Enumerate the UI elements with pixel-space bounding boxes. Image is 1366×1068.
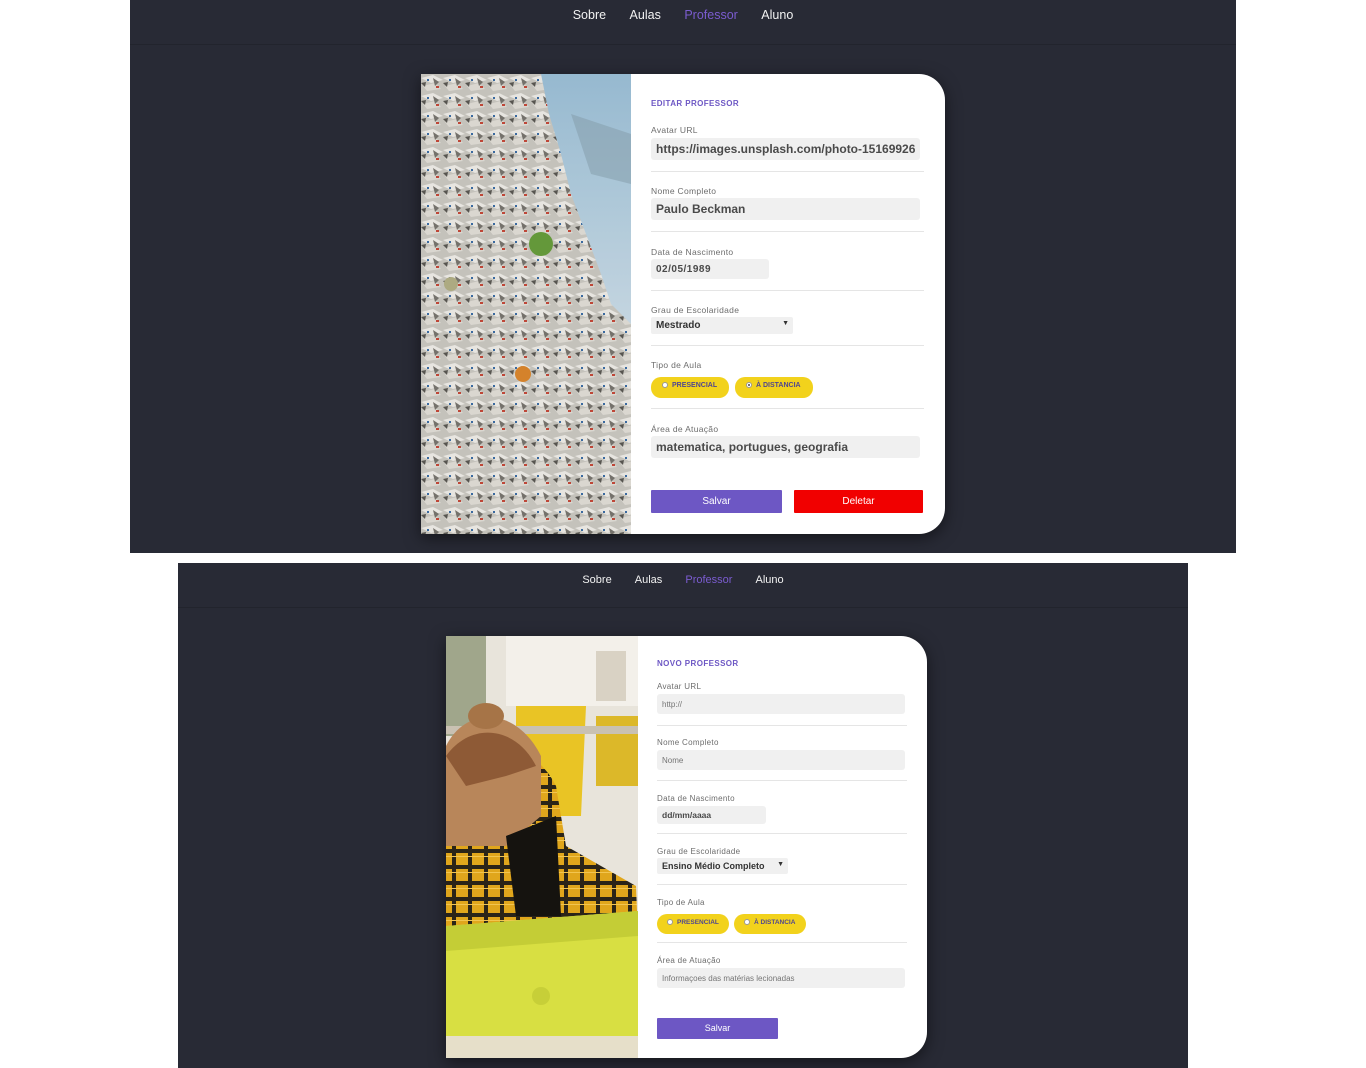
divider — [657, 884, 907, 885]
nav-link-professor[interactable]: Professor — [685, 574, 732, 586]
divider — [651, 171, 924, 172]
paper-waste-image — [421, 74, 631, 534]
nome-completo-label: Nome Completo — [651, 186, 717, 196]
divider — [651, 231, 924, 232]
area-atuacao-label: Área de Atuação — [651, 424, 719, 434]
nome-completo-label: Nome Completo — [657, 738, 719, 747]
dropdown-arrow-icon: ▼ — [777, 861, 784, 868]
new-form: NOVO PROFESSOR Avatar URL Nome Completo … — [638, 636, 927, 1058]
selected-value: Ensino Médio Completo — [662, 861, 765, 871]
delete-button[interactable]: Deletar — [794, 490, 923, 513]
edit-professor-screen: Sobre Aulas Professor Aluno EDITAR PROFE… — [130, 0, 1236, 553]
divider — [657, 833, 907, 834]
radio-label: À DISTANCIA — [756, 382, 801, 389]
form-title: NOVO PROFESSOR — [657, 659, 739, 668]
grau-escolaridade-select[interactable]: Ensino Médio Completo ▼ — [657, 858, 788, 874]
radio-icon — [746, 382, 752, 388]
radio-presencial[interactable]: PRESENCIAL — [657, 914, 729, 934]
divider — [657, 725, 907, 726]
dropdown-arrow-icon: ▼ — [782, 320, 789, 327]
nome-completo-input[interactable] — [657, 750, 905, 770]
radio-label: PRESENCIAL — [672, 382, 718, 389]
area-atuacao-input[interactable] — [657, 968, 905, 988]
selected-value: Mestrado — [656, 320, 701, 331]
radio-label: À DISTANCIA — [754, 919, 796, 926]
data-nascimento-input[interactable] — [651, 259, 769, 279]
grau-escolaridade-label: Grau de Escolaridade — [657, 847, 741, 856]
nav-link-professor[interactable]: Professor — [684, 8, 738, 22]
edit-form: EDITAR PROFESSOR Avatar URL Nome Complet… — [631, 74, 945, 534]
top-nav: Sobre Aulas Professor Aluno — [178, 563, 1188, 608]
nav-link-aulas[interactable]: Aulas — [630, 8, 661, 22]
radio-icon — [662, 382, 668, 388]
top-nav: Sobre Aulas Professor Aluno — [130, 0, 1236, 45]
divider — [657, 780, 907, 781]
radio-label: PRESENCIAL — [677, 919, 719, 926]
form-title: EDITAR PROFESSOR — [651, 99, 740, 108]
nome-completo-input[interactable] — [651, 198, 920, 220]
avatar-photo — [421, 74, 631, 534]
area-atuacao-label: Área de Atuação — [657, 956, 721, 965]
radio-icon — [744, 919, 750, 925]
divider — [651, 408, 924, 409]
area-atuacao-input[interactable] — [651, 436, 920, 458]
avatar-photo — [446, 636, 638, 1058]
new-professor-screen: Sobre Aulas Professor Aluno NOVO PROFESS… — [178, 563, 1188, 1068]
radio-a-distancia[interactable]: À DISTANCIA — [735, 377, 813, 398]
tipo-aula-label: Tipo de Aula — [657, 898, 705, 907]
tipo-aula-label: Tipo de Aula — [651, 360, 702, 370]
nav-link-sobre[interactable]: Sobre — [573, 8, 606, 22]
nav-link-sobre[interactable]: Sobre — [582, 574, 611, 586]
save-button[interactable]: Salvar — [657, 1018, 778, 1039]
grau-escolaridade-label: Grau de Escolaridade — [651, 305, 740, 315]
radio-a-distancia[interactable]: À DISTANCIA — [734, 914, 806, 934]
woman-laptop-image — [446, 636, 638, 1058]
nav-link-aluno[interactable]: Aluno — [756, 574, 784, 586]
nav-link-aulas[interactable]: Aulas — [635, 574, 663, 586]
avatar-url-label: Avatar URL — [657, 682, 702, 691]
avatar-url-input[interactable] — [657, 694, 905, 714]
avatar-url-label: Avatar URL — [651, 125, 698, 135]
data-nascimento-input[interactable] — [657, 806, 766, 824]
divider — [651, 345, 924, 346]
data-nascimento-label: Data de Nascimento — [651, 247, 734, 257]
radio-icon — [667, 919, 673, 925]
save-button[interactable]: Salvar — [651, 490, 782, 513]
data-nascimento-label: Data de Nascimento — [657, 794, 735, 803]
radio-presencial[interactable]: PRESENCIAL — [651, 377, 729, 398]
edit-professor-card: EDITAR PROFESSOR Avatar URL Nome Complet… — [421, 74, 945, 534]
new-professor-card: NOVO PROFESSOR Avatar URL Nome Completo … — [446, 636, 927, 1058]
nav-link-aluno[interactable]: Aluno — [761, 8, 793, 22]
grau-escolaridade-select[interactable]: Mestrado ▼ — [651, 317, 793, 334]
avatar-url-input[interactable] — [651, 138, 920, 160]
divider — [651, 290, 924, 291]
divider — [657, 942, 907, 943]
